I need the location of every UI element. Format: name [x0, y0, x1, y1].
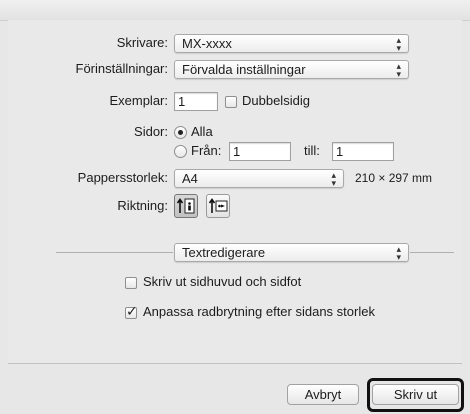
paper-size-popup[interactable]: A4 ▴ ▾ [174, 169, 344, 188]
portrait-orientation-icon [176, 198, 195, 214]
duplex-label: Dubbelsidig [242, 93, 310, 108]
printer-label: Skrivare: [116, 35, 168, 50]
paper-dimensions: 210 × 297 mm [355, 171, 433, 185]
pages-from-label: Från: [191, 143, 222, 158]
section-divider-left [56, 252, 173, 253]
pages-to-field[interactable]: 1 [332, 142, 394, 161]
section-value: Textredigerare [182, 245, 266, 260]
header-footer-label: Skriv ut sidhuvud och sidfot [143, 274, 302, 289]
duplex-checkbox[interactable] [225, 96, 237, 108]
up-down-arrows-icon: ▴ ▾ [396, 61, 401, 79]
presets-value: Förvalda inställningar [182, 62, 306, 77]
section-popup[interactable]: Textredigerare ▴ ▾ [174, 243, 409, 262]
cancel-button[interactable]: Avbryt [287, 384, 359, 405]
print-dialog-panel: Skrivare: MX-xxxx ▴ ▾ Förinställningar: F… [8, 20, 462, 364]
landscape-orientation-icon [208, 198, 228, 213]
pages-all-radio[interactable] [174, 126, 187, 139]
rewrap-checkbox[interactable] [125, 303, 138, 320]
orientation-label: Riktning: [117, 198, 168, 213]
pages-from-field[interactable]: 1 [229, 142, 291, 161]
pages-range-radio[interactable] [174, 145, 187, 158]
presets-popup[interactable]: Förvalda inställningar ▴ ▾ [174, 60, 409, 79]
pages-to-label: till: [304, 143, 320, 158]
presets-label: Förinställningar: [75, 61, 169, 76]
copies-field[interactable]: 1 [174, 92, 218, 111]
pages-label: Sidor: [134, 124, 168, 139]
paper-size-label: Pappersstorlek: [77, 170, 168, 185]
print-button[interactable]: Skriv ut [372, 384, 459, 405]
up-down-arrows-icon: ▴ ▾ [396, 35, 401, 53]
printer-popup[interactable]: MX-xxxx ▴ ▾ [174, 34, 409, 53]
landscape-orientation-button[interactable] [206, 194, 230, 218]
rewrap-label: Anpassa radbrytning efter sidans storlek [143, 304, 375, 319]
printer-value: MX-xxxx [182, 36, 232, 51]
dialog-title-strip [0, 0, 470, 21]
header-footer-checkbox[interactable] [125, 277, 137, 289]
button-area-divider [8, 363, 462, 364]
pages-all-label: Alla [191, 124, 213, 139]
section-divider-right [410, 252, 454, 253]
copies-label: Exemplar: [109, 93, 168, 108]
portrait-orientation-button[interactable] [174, 194, 198, 218]
paper-size-value: A4 [182, 171, 198, 186]
up-down-arrows-icon: ▴ ▾ [396, 244, 401, 262]
up-down-arrows-icon: ▴ ▾ [331, 170, 336, 188]
